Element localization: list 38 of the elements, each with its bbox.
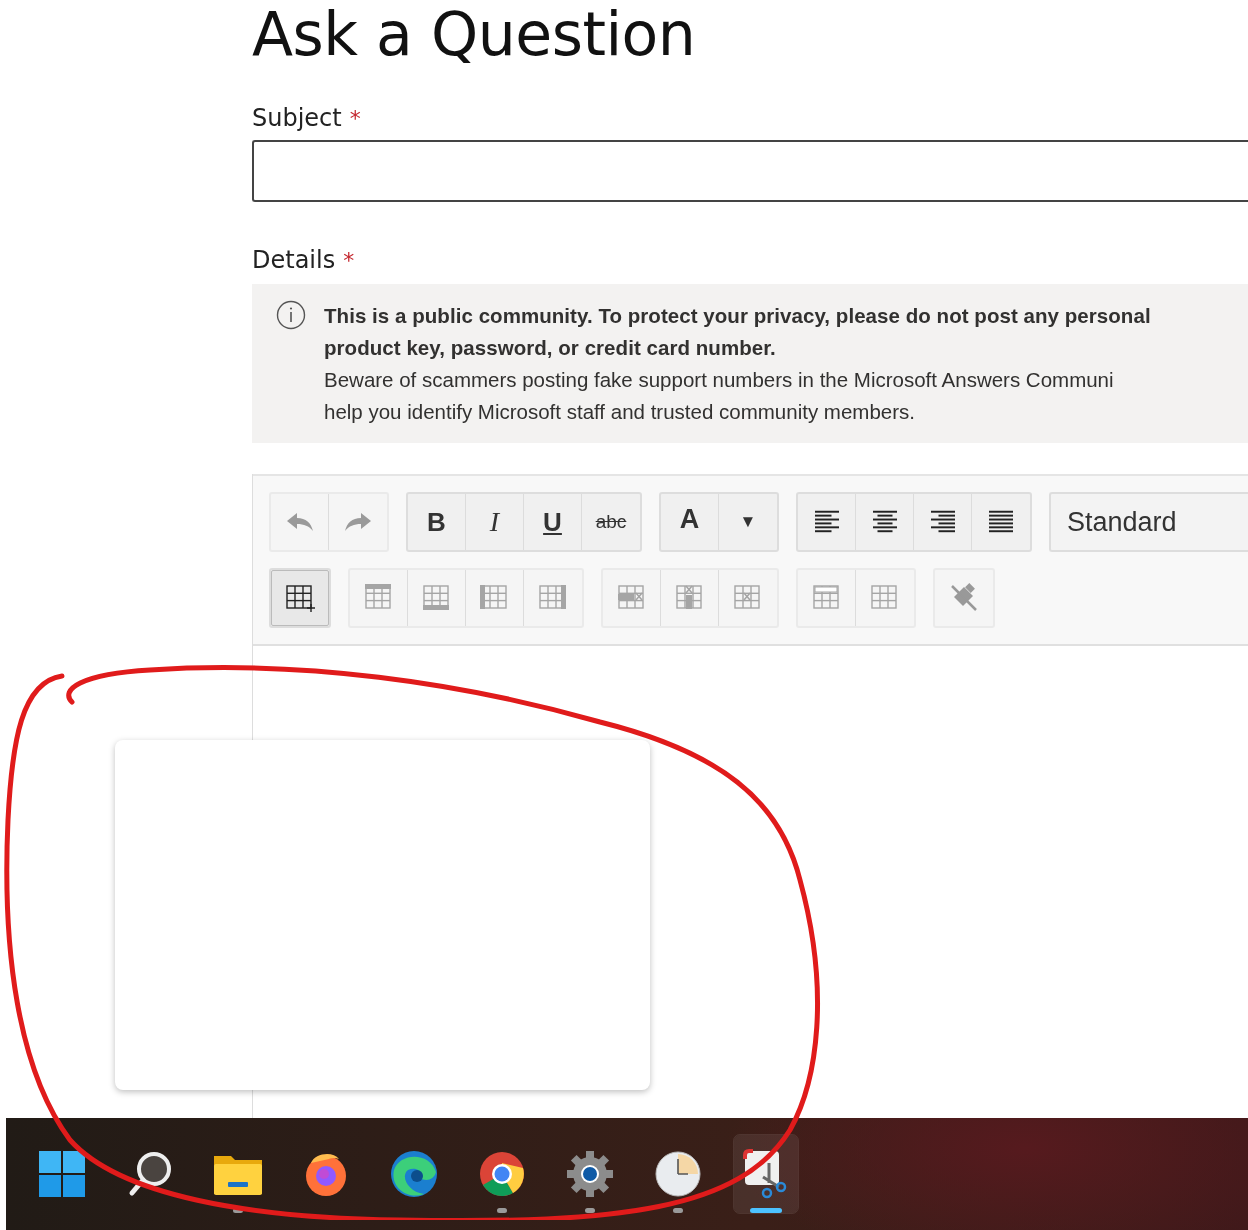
notice-text: help you identify Microsoft staff and trusted community members. — [324, 399, 916, 425]
chrome-logo-icon — [479, 1151, 525, 1197]
edge-logo-icon — [390, 1150, 438, 1198]
align-center-icon — [871, 510, 898, 534]
subject-label: Subject — [252, 104, 342, 132]
paragraph-style-dropdown[interactable]: Standard — [1049, 492, 1248, 552]
firefox-logo-icon — [303, 1151, 349, 1197]
info-icon — [276, 300, 306, 330]
running-indicator — [233, 1208, 243, 1213]
notice-text: This is a public community. To protect your privacy, please do not post any personal — [324, 303, 1151, 329]
font-color-button[interactable]: A — [661, 494, 719, 550]
table-plus-icon — [284, 583, 316, 613]
italic-button[interactable]: I — [466, 494, 524, 550]
page-title: Ask a Question — [252, 0, 697, 71]
required-mark: * — [349, 106, 361, 131]
search-icon — [128, 1151, 172, 1197]
running-indicator — [673, 1208, 683, 1213]
notice-text: Beware of scammers posting fake support numbers in the Microsoft Answers Communi — [324, 367, 1115, 393]
insert-table-button[interactable] — [271, 570, 329, 626]
required-mark: * — [343, 248, 355, 273]
snipping-tool-button[interactable] — [734, 1135, 798, 1213]
bold-button[interactable]: B — [408, 494, 466, 550]
gear-icon — [566, 1150, 614, 1198]
windows-logo-icon — [38, 1150, 86, 1198]
running-indicator — [497, 1208, 507, 1213]
clock-icon — [655, 1151, 701, 1197]
justify-icon — [988, 510, 1014, 534]
align-left-icon — [813, 510, 840, 534]
details-label: Details — [252, 246, 336, 274]
align-right-icon — [929, 510, 956, 534]
subject-field[interactable] — [252, 140, 1248, 202]
running-indicator — [585, 1208, 595, 1213]
notice-text: product key, password, or credit card number. — [324, 335, 777, 361]
redo-icon — [344, 511, 372, 533]
running-indicator — [750, 1208, 782, 1213]
underline-button[interactable]: U — [524, 494, 582, 550]
strikethrough-button[interactable]: abc — [582, 494, 640, 550]
font-color-dropdown-button[interactable]: ▼ — [719, 494, 777, 550]
